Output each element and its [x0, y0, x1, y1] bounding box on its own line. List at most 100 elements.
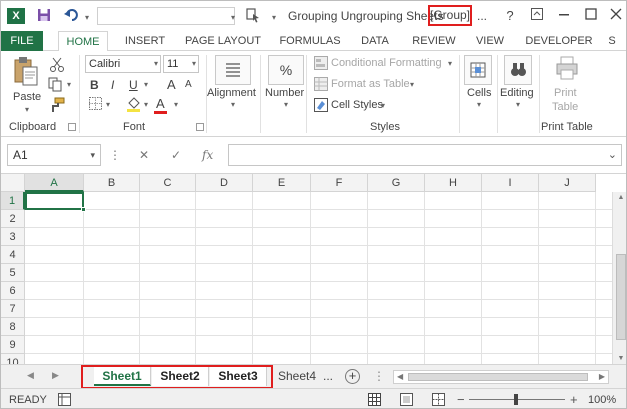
borders-icon[interactable] — [88, 97, 102, 111]
conditional-formatting-dropdown-icon[interactable]: ▾ — [446, 60, 454, 68]
tab-split-handle[interactable]: ⋮ — [373, 367, 385, 386]
sheet-tab-2[interactable]: Sheet2 — [152, 367, 209, 386]
tab-data[interactable]: DATA — [355, 31, 395, 51]
alignment-icon[interactable] — [215, 55, 251, 85]
bold-button[interactable]: B — [90, 78, 99, 92]
tab-insert[interactable]: INSERT — [120, 31, 170, 51]
paste-icon[interactable] — [13, 55, 39, 89]
row-header-10[interactable]: 10 — [1, 354, 25, 364]
row-header-8[interactable]: 8 — [1, 318, 25, 336]
font-name-box[interactable]: Calibri ▾ — [85, 55, 161, 73]
row-header-1[interactable]: 1 — [1, 192, 25, 210]
page-layout-view-icon[interactable] — [399, 393, 413, 407]
format-as-table-button[interactable]: Format as Table — [331, 78, 410, 90]
format-painter-icon[interactable] — [48, 97, 66, 113]
sheet-prev-icon[interactable]: ◀ — [27, 370, 34, 381]
italic-button[interactable]: I — [111, 78, 114, 92]
vertical-scroll-thumb[interactable] — [616, 254, 626, 340]
excel-logo-icon[interactable]: X — [7, 8, 25, 24]
increase-font-button[interactable]: A — [167, 77, 176, 92]
quick-access-box[interactable] — [97, 7, 235, 25]
new-sheet-button[interactable]: + — [345, 369, 360, 384]
editing-icon[interactable] — [504, 55, 532, 85]
row-header-9[interactable]: 9 — [1, 336, 25, 354]
paste-button[interactable]: Paste — [13, 91, 41, 103]
cells-dropdown-icon[interactable]: ▾ — [474, 101, 484, 109]
column-header-f[interactable]: F — [311, 174, 368, 192]
tab-page-layout[interactable]: PAGE LAYOUT — [182, 31, 264, 51]
expand-formula-icon[interactable]: ⌄ — [608, 148, 617, 161]
customize-qat-icon[interactable]: ▾ — [269, 10, 279, 26]
page-break-view-icon[interactable] — [431, 393, 445, 407]
sheet-next-icon[interactable]: ▶ — [52, 370, 59, 381]
close-icon[interactable] — [607, 7, 625, 25]
font-size-dropdown-icon[interactable]: ▾ — [192, 56, 196, 72]
scroll-up-icon[interactable]: ▲ — [613, 194, 626, 201]
column-header-h[interactable]: H — [425, 174, 482, 192]
conditional-formatting-icon[interactable] — [313, 56, 328, 71]
column-header-j[interactable]: J — [539, 174, 596, 192]
print-table-button[interactable]: Print — [554, 87, 577, 99]
column-header-b[interactable]: B — [84, 174, 140, 192]
cell-styles-button[interactable]: Cell Styles — [331, 99, 383, 111]
scroll-down-icon[interactable]: ▼ — [613, 355, 626, 362]
alignment-dropdown-icon[interactable]: ▾ — [228, 101, 238, 109]
row-header-3[interactable]: 3 — [1, 228, 25, 246]
cut-icon[interactable] — [48, 57, 66, 73]
cells-button[interactable]: Cells — [467, 87, 491, 99]
font-color-dropdown-icon[interactable]: ▾ — [172, 101, 180, 109]
name-box-dropdown-icon[interactable]: ▾ — [90, 145, 95, 165]
macro-record-icon[interactable] — [57, 393, 71, 407]
formula-input[interactable]: ⌄ — [228, 144, 622, 166]
zoom-out-button[interactable]: − — [457, 392, 465, 407]
column-header-a[interactable]: A — [25, 174, 84, 192]
sheet-tabs-overflow[interactable]: ... — [321, 367, 335, 386]
horizontal-scroll-thumb[interactable] — [408, 373, 588, 381]
format-as-table-icon[interactable] — [313, 77, 328, 92]
fill-handle[interactable] — [81, 207, 86, 212]
column-header-e[interactable]: E — [253, 174, 311, 192]
borders-dropdown-icon[interactable]: ▾ — [104, 101, 112, 109]
select-all-corner[interactable] — [1, 174, 25, 192]
row-header-6[interactable]: 6 — [1, 282, 25, 300]
row-header-4[interactable]: 4 — [1, 246, 25, 264]
decrease-font-button[interactable]: A — [185, 79, 192, 90]
tab-review[interactable]: REVIEW — [408, 31, 460, 51]
insert-function-button[interactable]: fx — [202, 148, 213, 162]
enter-entry-icon[interactable]: ✓ — [171, 148, 181, 162]
clipboard-launcher-icon[interactable] — [68, 123, 76, 131]
active-cell-a1[interactable] — [25, 192, 86, 212]
font-size-box[interactable]: 11 ▾ — [163, 55, 199, 73]
name-box[interactable]: A1 ▾ — [7, 144, 101, 166]
qat-box-dropdown-icon[interactable]: ▾ — [228, 10, 238, 26]
zoom-level[interactable]: 100% — [588, 394, 616, 406]
help-button[interactable]: ? — [501, 7, 519, 25]
scroll-right-icon[interactable]: ▶ — [599, 371, 605, 383]
font-name-dropdown-icon[interactable]: ▾ — [154, 56, 158, 72]
number-format-icon[interactable]: % — [268, 55, 304, 85]
font-color-button[interactable]: A — [156, 96, 165, 111]
zoom-slider-thumb[interactable] — [514, 394, 518, 405]
underline-dropdown-icon[interactable]: ▾ — [142, 81, 150, 89]
tab-developer[interactable]: DEVELOPER — [521, 31, 597, 51]
tab-home[interactable]: HOME — [58, 31, 108, 52]
font-launcher-icon[interactable] — [196, 123, 204, 131]
cell-styles-icon[interactable] — [313, 98, 328, 113]
print-table-icon[interactable] — [553, 55, 581, 83]
cancel-entry-icon[interactable]: ✕ — [139, 148, 149, 162]
copy-dropdown-icon[interactable]: ▾ — [65, 81, 73, 89]
tab-overflow[interactable]: S — [605, 31, 619, 51]
sheet-tab-4[interactable]: Sheet4 — [277, 367, 317, 386]
underline-button[interactable]: U — [129, 78, 138, 92]
row-header-5[interactable]: 5 — [1, 264, 25, 282]
number-button[interactable]: Number — [265, 87, 304, 99]
touch-mode-icon[interactable] — [245, 8, 263, 24]
scroll-left-icon[interactable]: ◀ — [397, 371, 403, 383]
cell-styles-dropdown-icon[interactable]: ▾ — [379, 102, 387, 110]
editing-button[interactable]: Editing — [500, 87, 534, 99]
zoom-in-button[interactable]: + — [570, 392, 578, 407]
cells-icon[interactable] — [464, 55, 492, 85]
normal-view-icon[interactable] — [367, 393, 381, 407]
column-header-g[interactable]: G — [368, 174, 425, 192]
format-as-table-dropdown-icon[interactable]: ▾ — [408, 81, 416, 89]
